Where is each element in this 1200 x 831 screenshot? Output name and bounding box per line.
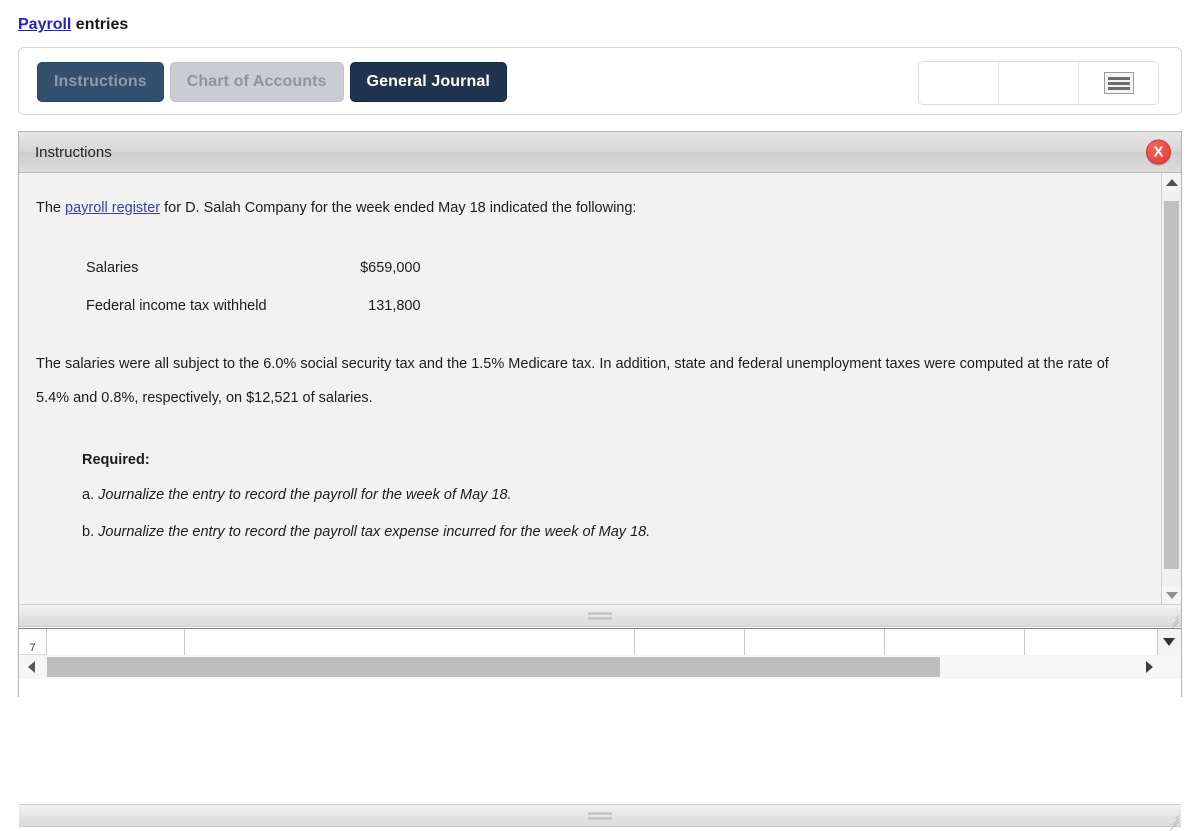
- toolbar-button-2[interactable]: [999, 62, 1079, 104]
- splitter-grip-icon: [588, 812, 612, 819]
- tab-general-journal[interactable]: General Journal: [349, 62, 507, 102]
- scroll-down-arrow-icon[interactable]: [1162, 586, 1181, 604]
- grid-cell-debit[interactable]: [745, 629, 885, 655]
- amounts-table: Salaries $659,000 Federal income tax wit…: [86, 249, 421, 325]
- toolbar-panel: Instructions Chart of Accounts General J…: [18, 47, 1182, 115]
- table-row[interactable]: 7: [19, 629, 1181, 655]
- grid-cell-credit[interactable]: [885, 629, 1025, 655]
- intro-after-link: for D. Salah Company for the week ended …: [160, 200, 637, 216]
- required-item-b: b. Journalize the entry to record the pa…: [82, 514, 1119, 551]
- page-title-rest: entries: [71, 16, 129, 33]
- toolbar-button-group: [918, 61, 1159, 105]
- splitter-grip-icon: [588, 612, 612, 619]
- tab-bar: Instructions Chart of Accounts General J…: [37, 62, 507, 102]
- workspace-frame: Instructions X The payroll register for …: [18, 131, 1182, 831]
- tab-chart-of-accounts[interactable]: Chart of Accounts: [169, 62, 344, 102]
- tab-chart-of-accounts-label: Chart of Accounts: [186, 73, 327, 90]
- hamburger-menu-icon: [1103, 72, 1134, 94]
- journal-horizontal-scrollbar[interactable]: [19, 655, 1181, 679]
- toolbar-menu-button[interactable]: [1079, 62, 1158, 104]
- required-item-b-text: Journalize the entry to record the payro…: [98, 524, 651, 540]
- required-block: Required: a. Journalize the entry to rec…: [82, 443, 1119, 551]
- instructions-body: The payroll register for D. Salah Compan…: [19, 173, 1181, 604]
- table-row: Federal income tax withheld 131,800: [86, 287, 421, 325]
- toolbar-button-1[interactable]: [919, 62, 999, 104]
- grid-cell-post-ref[interactable]: [635, 629, 745, 655]
- table-row: Salaries $659,000: [86, 249, 421, 287]
- required-item-a-text: Journalize the entry to record the payro…: [98, 487, 512, 503]
- intro-before-link: The: [36, 200, 66, 216]
- page-title-link[interactable]: Payroll: [18, 16, 71, 33]
- required-item-a-marker: a.: [82, 487, 95, 503]
- splitter-top[interactable]: [19, 604, 1181, 632]
- row-number-cell: 7: [19, 629, 47, 654]
- instructions-intro: The payroll register for D. Salah Compan…: [36, 191, 1119, 225]
- resize-grip-icon[interactable]: [1166, 611, 1180, 632]
- scroll-left-arrow-icon[interactable]: [21, 655, 41, 679]
- instructions-paragraph: The salaries were all subject to the 6.0…: [36, 356, 1109, 406]
- tab-instructions-label: Instructions: [54, 73, 147, 90]
- tab-instructions[interactable]: Instructions: [37, 62, 164, 102]
- grid-cell-date[interactable]: [47, 629, 185, 655]
- amount-value-salaries: $659,000: [360, 260, 421, 276]
- splitter-bottom[interactable]: [19, 804, 1181, 831]
- amount-value-federal-income-tax: 131,800: [368, 298, 421, 314]
- page-title: Payroll entries: [18, 16, 128, 34]
- scroll-right-arrow-icon[interactable]: [1139, 655, 1159, 679]
- instructions-window-header: Instructions X: [19, 132, 1181, 173]
- close-icon[interactable]: X: [1146, 139, 1171, 165]
- close-icon-glyph: X: [1153, 143, 1164, 161]
- instructions-window-title: Instructions: [35, 143, 112, 161]
- grid-cell-description[interactable]: [185, 629, 635, 655]
- amount-label-salaries: Salaries: [86, 260, 139, 276]
- required-title: Required:: [82, 452, 150, 468]
- required-item-b-marker: b.: [82, 524, 95, 540]
- horizontal-scrollbar-thumb[interactable]: [47, 657, 940, 677]
- chevron-down-icon[interactable]: [1159, 631, 1179, 653]
- tab-general-journal-label: General Journal: [366, 73, 490, 90]
- amount-label-federal-income-tax: Federal income tax withheld: [86, 298, 267, 314]
- instructions-content: The payroll register for D. Salah Compan…: [19, 173, 1139, 551]
- resize-grip-icon[interactable]: [1166, 811, 1180, 831]
- journal-grid-strip: 7: [19, 628, 1181, 804]
- instructions-vertical-scrollbar[interactable]: [1161, 173, 1181, 604]
- scroll-up-arrow-icon[interactable]: [1162, 173, 1181, 191]
- vertical-scrollbar-thumb[interactable]: [1164, 201, 1179, 569]
- payroll-register-link[interactable]: payroll register: [65, 200, 160, 216]
- required-item-a: a. Journalize the entry to record the pa…: [82, 477, 1119, 514]
